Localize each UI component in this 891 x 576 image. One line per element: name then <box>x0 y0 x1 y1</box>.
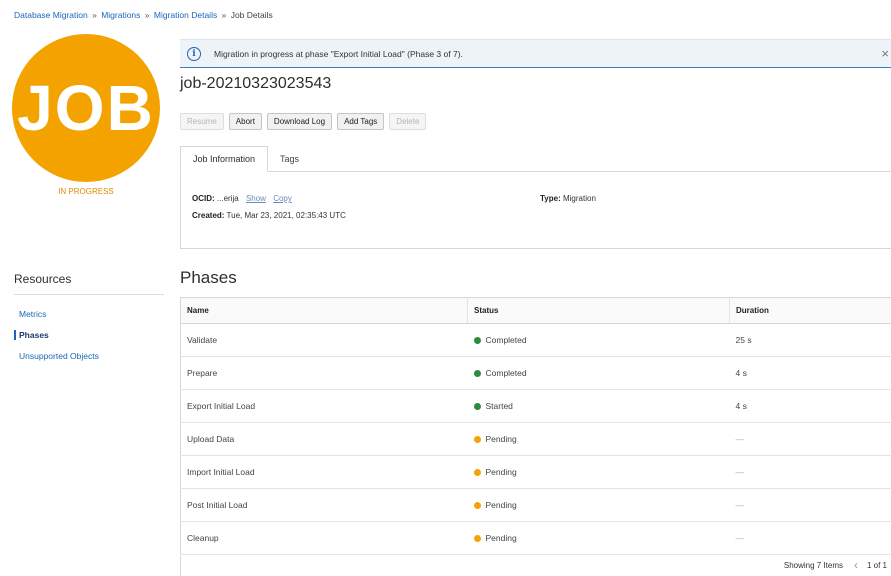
phase-status: Pending <box>467 455 730 489</box>
item-count: Showing 7 Items <box>783 561 843 570</box>
status-dot-icon <box>473 502 481 509</box>
breadcrumb-migrations[interactable]: Migrations <box>101 10 140 20</box>
phase-status: Completed <box>467 356 730 390</box>
created-label: Created: <box>192 211 225 220</box>
ocid-copy-link[interactable]: Copy <box>273 194 292 203</box>
banner-message: Migration in progress at phase "Export I… <box>214 48 463 59</box>
sidebar-item-metrics[interactable]: Metrics <box>14 309 164 319</box>
phase-status-text: Completed <box>485 335 527 345</box>
phase-name: Cleanup <box>180 521 468 555</box>
type-row: Type: Migration <box>540 194 596 203</box>
tab-tags[interactable]: Tags <box>268 146 311 172</box>
table-row: Prepare Completed 4 s <box>180 356 891 390</box>
column-header-duration[interactable]: Duration <box>729 297 891 324</box>
table-row: Upload Data Pending — <box>180 422 891 456</box>
table-row: Post Initial Load Pending — <box>180 488 891 522</box>
table-row: Export Initial Load Started 4 s <box>180 389 891 423</box>
phase-duration: — <box>729 455 891 489</box>
phase-status-text: Started <box>485 401 513 411</box>
phase-status: Pending <box>467 521 730 555</box>
page-title: job-20210323023543 <box>180 75 332 92</box>
column-header-status[interactable]: Status <box>467 297 730 324</box>
phase-duration: 25 s <box>729 323 891 357</box>
status-dot-icon <box>473 337 481 344</box>
job-badge-icon: JOB <box>12 34 160 182</box>
phase-name: Export Initial Load <box>180 389 468 423</box>
phase-name: Upload Data <box>180 422 468 456</box>
job-information-panel: OCID: ...erija Show Copy Created: Tue, M… <box>180 171 891 249</box>
download-log-button[interactable]: Download Log <box>266 113 333 130</box>
info-icon: i <box>187 46 201 61</box>
breadcrumb-separator: » <box>144 10 150 20</box>
job-badge-text: JOB <box>17 72 155 144</box>
created-value: Tue, Mar 23, 2021, 02:35:43 UTC <box>226 211 346 220</box>
ocid-row: OCID: ...erija Show Copy <box>192 194 292 203</box>
table-row: Cleanup Pending — <box>180 521 891 555</box>
created-row: Created: Tue, Mar 23, 2021, 02:35:43 UTC <box>192 211 346 220</box>
phase-status-text: Pending <box>485 533 517 543</box>
sidebar-item-unsupported-objects[interactable]: Unsupported Objects <box>14 351 164 361</box>
sidebar-item-phases[interactable]: Phases <box>14 330 164 340</box>
action-toolbar: Resume Abort Download Log Add Tags Delet… <box>180 113 427 130</box>
status-dot-icon <box>473 436 481 443</box>
type-value: Migration <box>562 194 596 203</box>
chevron-left-icon[interactable]: ‹ <box>854 558 858 572</box>
phase-status-text: Pending <box>485 500 517 510</box>
breadcrumb-separator: » <box>221 10 227 20</box>
phases-title: Phases <box>180 268 237 287</box>
breadcrumb: Database Migration » Migrations » Migrat… <box>14 10 273 20</box>
phase-duration: 4 s <box>729 356 891 390</box>
pagination-footer: Showing 7 Items ‹ 1 of 1 <box>180 556 891 576</box>
tab-bar: Job Information Tags <box>180 146 311 172</box>
ocid-label: OCID: <box>192 194 215 203</box>
add-tags-button[interactable]: Add Tags <box>337 113 385 130</box>
phase-status-text: Pending <box>485 434 517 444</box>
phase-duration: 4 s <box>729 389 891 423</box>
breadcrumb-migration-details[interactable]: Migration Details <box>154 10 217 20</box>
job-status-label: IN PROGRESS <box>58 187 114 196</box>
resume-button[interactable]: Resume <box>180 113 224 130</box>
breadcrumb-separator: » <box>92 10 97 20</box>
table-row: Import Initial Load Pending — <box>180 455 891 489</box>
phase-name: Prepare <box>180 356 468 390</box>
phase-status: Started <box>467 389 730 423</box>
phase-status-text: Pending <box>485 467 517 477</box>
abort-button[interactable]: Abort <box>228 113 262 130</box>
phase-duration: — <box>729 422 891 456</box>
status-dot-icon <box>473 535 481 542</box>
breadcrumb-current: Job Details <box>230 10 273 20</box>
phase-status: Pending <box>467 422 730 456</box>
type-label: Type: <box>540 194 561 203</box>
phase-status: Completed <box>467 323 730 357</box>
phase-name: Validate <box>180 323 468 357</box>
column-header-name[interactable]: Name <box>180 297 468 324</box>
phase-name: Post Initial Load <box>180 488 468 522</box>
status-dot-icon <box>473 403 481 410</box>
resources-title: Resources <box>14 272 72 286</box>
table-header-row: Name Status Duration <box>180 297 891 324</box>
phases-table: Name Status Duration Validate Completed … <box>180 297 891 555</box>
status-banner: i Migration in progress at phase "Export… <box>180 39 891 68</box>
status-dot-icon <box>473 469 481 476</box>
resources-divider <box>14 294 164 295</box>
page-indicator: 1 of 1 <box>866 561 887 570</box>
status-dot-icon <box>473 370 481 377</box>
phase-status-text: Completed <box>485 368 527 378</box>
delete-button[interactable]: Delete <box>389 113 427 130</box>
ocid-show-link[interactable]: Show <box>246 194 266 203</box>
close-icon[interactable]: × <box>881 46 889 61</box>
breadcrumb-database-migration[interactable]: Database Migration <box>14 10 88 20</box>
table-row: Validate Completed 25 s <box>180 323 891 357</box>
tab-job-information[interactable]: Job Information <box>180 146 269 172</box>
phase-status: Pending <box>467 488 730 522</box>
phase-duration: — <box>729 521 891 555</box>
phase-name: Import Initial Load <box>180 455 468 489</box>
phase-duration: — <box>729 488 891 522</box>
ocid-value: ...erija <box>216 194 239 203</box>
